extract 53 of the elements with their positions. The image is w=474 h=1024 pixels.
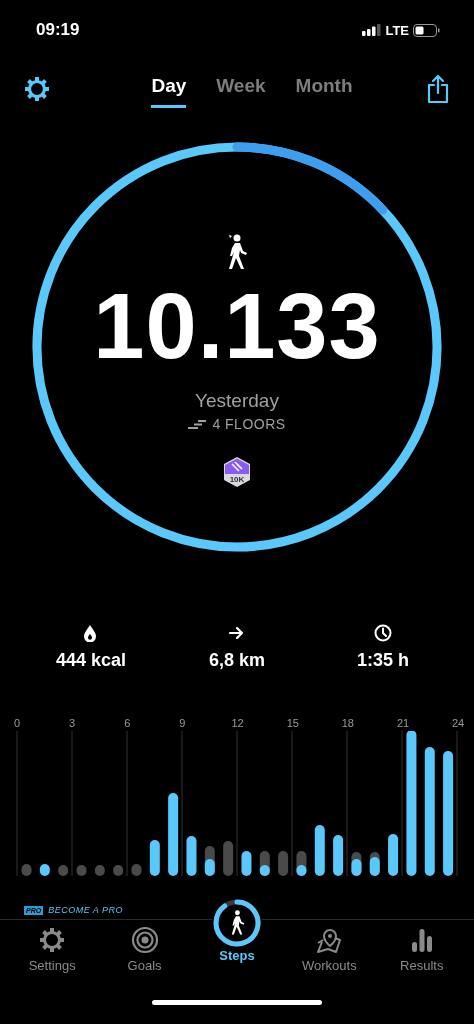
hour-bar: [241, 851, 252, 876]
tab-bar-item[interactable]: Steps: [191, 894, 282, 973]
hour-bar: [333, 835, 344, 876]
hour-label: 18: [341, 717, 354, 729]
hour-bar: [113, 865, 124, 876]
floors-count: 4 FLOORS: [212, 416, 286, 432]
hour-bar: [351, 859, 362, 876]
hour-bar: [314, 825, 325, 876]
hour-label: 15: [286, 717, 299, 729]
tab-bar-item[interactable]: Workouts: [284, 920, 375, 973]
tab-bar-item[interactable]: Settings: [7, 920, 98, 973]
period-tab[interactable]: Week: [216, 70, 266, 108]
stat-value: 1:35 h: [357, 650, 409, 671]
hour-bar: [388, 834, 399, 876]
map-pin-icon: [315, 926, 344, 954]
period-tab[interactable]: Day: [151, 70, 187, 108]
hour-bar: [21, 864, 32, 876]
hour-label: 21: [396, 717, 409, 729]
share-button[interactable]: [426, 74, 450, 104]
hour-bar: [186, 836, 197, 876]
hour-label: 9: [178, 717, 187, 729]
battery-icon: [413, 23, 440, 37]
settings-button[interactable]: [24, 76, 50, 102]
network-label: LTE: [385, 22, 409, 38]
hour-bar: [223, 841, 234, 876]
stat-value: 6,8 km: [208, 650, 265, 671]
status-time: 09:19: [36, 20, 80, 40]
achievement-badge: 10K: [222, 456, 252, 488]
hour-bar: [39, 864, 50, 876]
hour-bar: [149, 840, 160, 876]
hour-label: 6: [123, 717, 132, 729]
hour-label: 3: [68, 717, 77, 729]
stat-value: 444 kcal: [55, 650, 127, 671]
signal-icon: [362, 24, 382, 36]
hour-bar: [131, 864, 142, 876]
stairs-icon: [188, 419, 207, 429]
tab-bar-item[interactable]: Goals: [99, 920, 190, 973]
tab-bar-item[interactable]: Results: [376, 920, 467, 973]
period-tab[interactable]: Month: [295, 70, 353, 108]
clock-icon: [374, 624, 392, 642]
gear-icon: [38, 926, 67, 954]
hour-label: 24: [452, 717, 464, 729]
hour-bar: [278, 851, 289, 876]
arrow-icon: [228, 624, 246, 642]
day-label: Yesterday: [195, 390, 279, 412]
hour-bar: [76, 865, 87, 876]
hour-label: 12: [231, 717, 244, 729]
hour-label: 0: [12, 717, 22, 729]
hour-bar: [369, 857, 380, 876]
hour-bar: [58, 865, 69, 876]
step-count: 10.133: [93, 276, 381, 376]
target-icon: [130, 926, 159, 954]
hour-bar: [94, 865, 105, 876]
